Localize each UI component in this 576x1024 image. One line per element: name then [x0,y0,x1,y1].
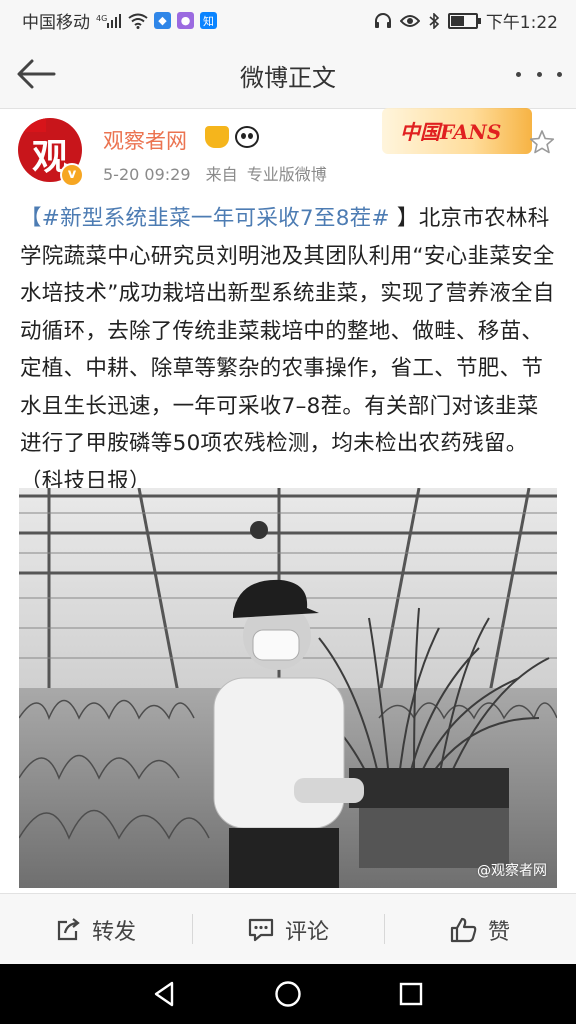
headphones-icon [374,12,392,29]
system-back-button[interactable] [150,979,180,1009]
more-dot [516,71,521,77]
photo-app-icon: ● [177,12,194,29]
fans-banner[interactable]: 中国FANS [382,108,532,154]
comment-icon [248,918,274,941]
more-button[interactable] [516,60,562,88]
shield-app-icon: ◆ [154,12,171,29]
bluetooth-icon [428,12,440,29]
post-body: 【#新型系统韭菜一年可采收7至8茬# 】北京市农林科学院蔬菜中心研究员刘明池及其… [20,200,560,500]
repost-icon [57,917,80,940]
status-bar: 中国移动 4G ◆ ● 知 下午1:22 [0,0,576,38]
post-timestamp: 5-20 09:29 [103,165,191,184]
source-prefix: 来自 [205,165,238,184]
network-type: 4G [96,14,107,23]
post-source: 专业版微博 [246,165,327,184]
nav-bar: 微博正文 [0,38,576,109]
crown-badge-icon [205,126,229,148]
wifi-icon [128,13,148,29]
system-recents-button[interactable] [396,979,426,1009]
more-dot [536,71,542,77]
zhihu-app-icon: 知 [200,12,217,29]
post-body-text: 】北京市农林科学院蔬菜中心研究员刘明池及其团队利用“安心韭菜安全水培技术”成功栽… [20,206,555,494]
triangle-back-icon [154,981,174,1007]
repost-button[interactable]: 转发 [0,894,192,965]
greenhouse-photo [19,488,557,888]
comment-label: 评论 [284,919,329,945]
system-nav-bar [0,964,576,1024]
clock: 下午1:22 [485,13,558,33]
user-name[interactable]: 观察者网 [103,125,187,155]
post-image[interactable]: @观察者网 [19,488,557,888]
like-button[interactable]: 赞 [384,894,576,965]
fans-banner-label: 中国FANS [400,120,502,144]
hashtag-link[interactable]: 【#新型系统韭菜一年可采收7至8茬# [20,206,390,231]
repost-label: 转发 [91,919,136,945]
panda-badge-icon [235,126,259,148]
eye-icon [399,14,420,28]
signal-icon: 4G [96,13,122,29]
page-title: 微博正文 [240,64,336,92]
image-watermark: @观察者网 [477,863,547,879]
square-recents-icon [399,982,423,1006]
carrier-label: 中国移动 [22,13,90,33]
thumbs-up-icon [450,917,477,942]
comment-button[interactable]: 评论 [192,894,384,965]
circle-home-icon [275,981,301,1007]
user-badges [205,126,259,148]
like-label: 赞 [487,919,510,945]
verified-icon: v [60,163,84,187]
action-bar: 转发 评论 赞 [0,893,576,965]
battery-icon [447,12,481,29]
more-dot [557,71,562,77]
star-icon [529,130,555,154]
system-home-button[interactable] [273,979,303,1009]
favorite-star-button[interactable] [529,129,555,155]
post-meta: 5-20 09:29 来自 专业版微博 [103,161,337,185]
